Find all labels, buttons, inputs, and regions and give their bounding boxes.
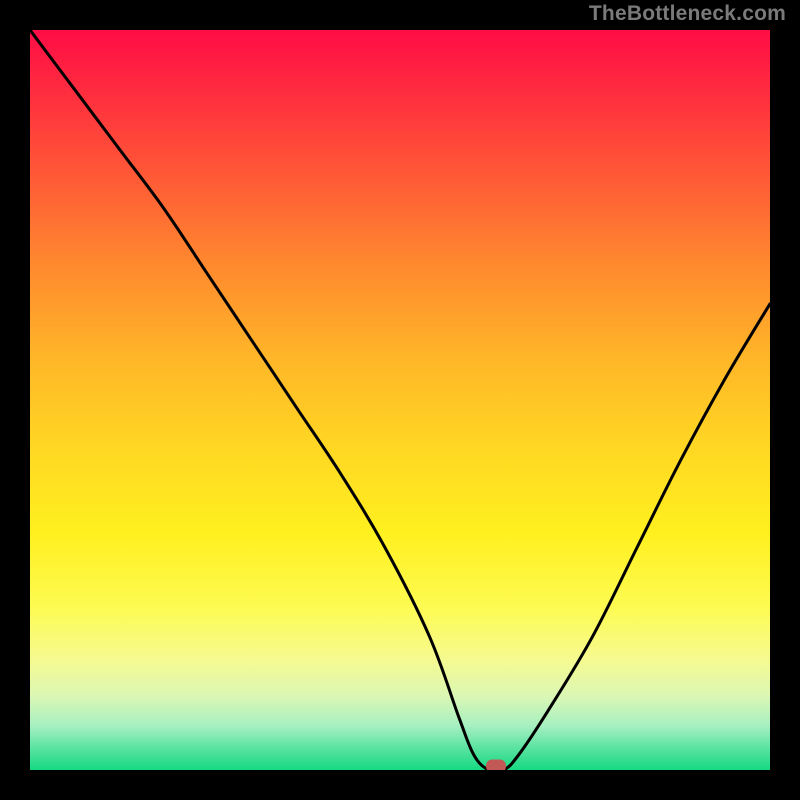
watermark-text: TheBottleneck.com	[589, 2, 786, 26]
optimal-point-marker	[486, 760, 506, 771]
plot-area	[30, 30, 770, 770]
chart-frame: TheBottleneck.com	[0, 0, 800, 800]
bottleneck-curve	[30, 30, 770, 770]
